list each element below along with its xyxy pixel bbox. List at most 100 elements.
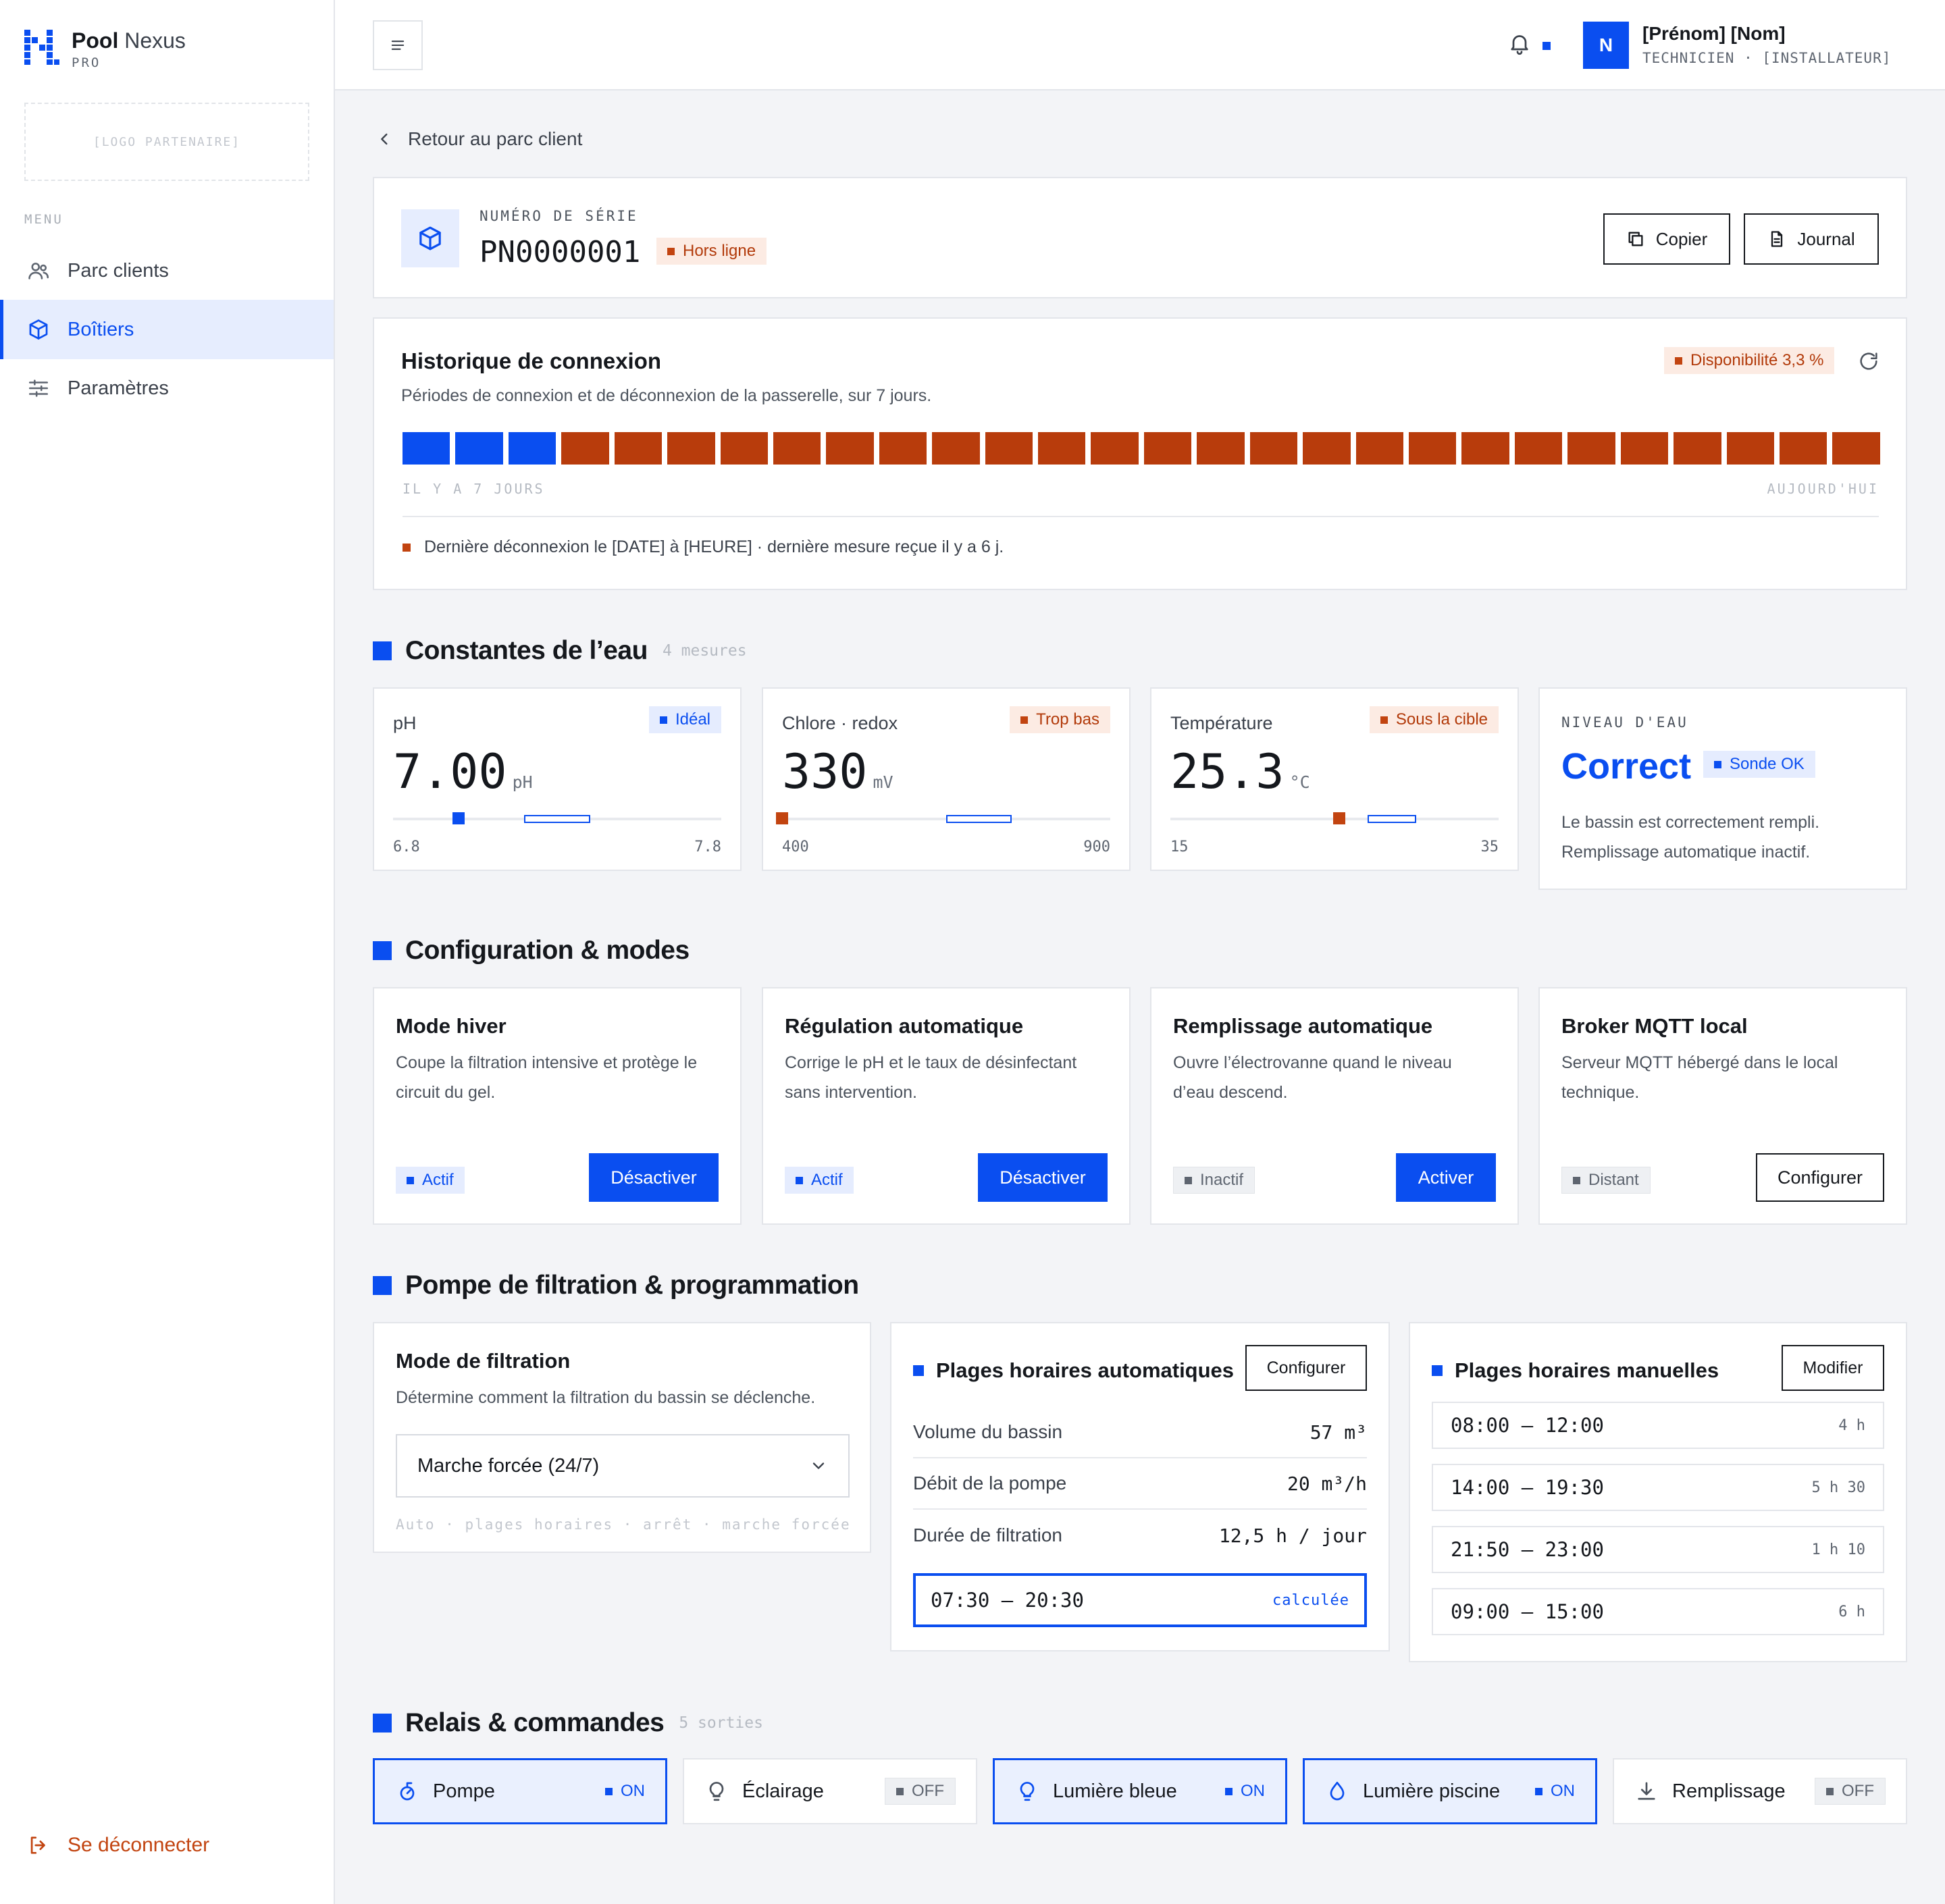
timeline-segment-on	[508, 432, 556, 465]
relay-state: OFF	[1815, 1778, 1886, 1805]
metric-unit: °C	[1289, 772, 1310, 792]
config-card-mqtt: Broker MQTT local Serveur MQTT hébergé d…	[1538, 987, 1907, 1225]
metric-label: Température	[1170, 713, 1273, 733]
hamburger-icon	[391, 41, 405, 50]
notification-dot	[1542, 42, 1551, 50]
card-marker	[1432, 1365, 1443, 1376]
partner-logo-text: [LOGO PARTENAIRE]	[93, 134, 241, 149]
pool-nexus-logo-icon	[24, 30, 59, 65]
logout-icon	[30, 1836, 45, 1854]
sidebar-item-label: Paramètres	[68, 377, 169, 399]
avatar[interactable]: N	[1583, 22, 1629, 69]
metric-value-number: 330	[782, 744, 868, 799]
relay-eclairage[interactable]: Éclairage OFF	[683, 1758, 977, 1824]
metric-value: 25.3 °C	[1170, 748, 1310, 795]
row-label: Durée de filtration	[913, 1525, 1063, 1545]
slot-duration: 5 h 30	[1811, 1479, 1865, 1496]
target-range	[524, 815, 590, 823]
metric-max: 35	[1480, 839, 1499, 855]
timeline-segment-off	[1567, 432, 1615, 465]
timeline-segment-on	[403, 432, 450, 465]
timeline-segment-off	[932, 432, 980, 465]
user-role: TECHNICIEN · [INSTALLATEUR]	[1642, 50, 1892, 66]
target-range	[946, 815, 1012, 823]
time-slot[interactable]: 14:00 – 19:30 5 h 30	[1432, 1464, 1884, 1511]
relay-state: ON	[1535, 1778, 1575, 1805]
history-title: Historique de connexion	[401, 348, 662, 373]
timeline-segment-off	[1514, 432, 1563, 465]
device-icon-tile	[401, 209, 459, 267]
computed-range: 07:30 – 20:30 calculée	[913, 1573, 1367, 1627]
refresh-icon[interactable]	[1857, 350, 1880, 373]
notifications-button[interactable]	[1507, 31, 1551, 61]
logout-button[interactable]: Se déconnecter	[27, 1834, 209, 1857]
menu-label: MENU	[24, 212, 63, 227]
time-slot[interactable]: 21:50 – 23:00 1 h 10	[1432, 1526, 1884, 1573]
relay-state-label: ON	[1241, 1782, 1265, 1800]
relay-pompe[interactable]: Pompe ON	[373, 1758, 667, 1824]
journal-button[interactable]: Journal	[1744, 213, 1879, 265]
configure-mqtt-button[interactable]: Configurer	[1756, 1153, 1884, 1202]
filtration-duration-row: Durée de filtration 12,5 h / jour	[913, 1510, 1367, 1561]
timeline-segment-off	[1249, 432, 1298, 465]
metric-unit: mV	[873, 772, 893, 792]
timeline-segment-off	[561, 432, 609, 465]
slot-duration: 4 h	[1838, 1417, 1865, 1434]
activate-button[interactable]: Activer	[1396, 1153, 1496, 1202]
timeline-segment-off	[1409, 432, 1457, 465]
pump-flow-row: Débit de la pompe 20 m³/h	[913, 1458, 1367, 1510]
configure-schedule-button[interactable]: Configurer	[1245, 1345, 1367, 1391]
config-title: Broker MQTT local	[1561, 1014, 1748, 1038]
modify-schedule-button[interactable]: Modifier	[1782, 1345, 1884, 1391]
relay-remplissage[interactable]: Remplissage OFF	[1613, 1758, 1907, 1824]
brand[interactable]: Pool Nexus PRO	[24, 28, 186, 70]
sidebar-item-boitiers[interactable]: Boîtiers	[0, 300, 334, 359]
time-slot[interactable]: 08:00 – 12:00 4 h	[1432, 1402, 1884, 1449]
metric-status-badge: Trop bas	[1010, 706, 1110, 733]
deactivate-button[interactable]: Désactiver	[589, 1153, 719, 1202]
timeline-segment-off	[614, 432, 663, 465]
timeline-segment-off	[1726, 432, 1774, 465]
sidebar-item-parametres[interactable]: Paramètres	[0, 359, 334, 417]
metric-max: 7.8	[694, 839, 721, 855]
metric-value: 330 mV	[782, 748, 893, 795]
divider	[403, 516, 1879, 517]
probe-status-badge: Sonde OK	[1703, 751, 1815, 778]
chevron-left-icon	[381, 133, 388, 145]
status-badge-label: Hors ligne	[683, 242, 756, 260]
sidebar-item-parc-clients[interactable]: Parc clients	[0, 242, 334, 300]
time-slot[interactable]: 09:00 – 15:00 6 h	[1432, 1588, 1884, 1635]
metric-unit: pH	[512, 772, 533, 792]
water-level-label: NIVEAU D'EAU	[1561, 714, 1688, 731]
slot-duration: 6 h	[1838, 1603, 1865, 1620]
menu-toggle-button[interactable]	[373, 20, 423, 70]
timeline-segment-off	[1038, 432, 1086, 465]
bulb-icon	[709, 1782, 724, 1801]
section-marker	[373, 641, 392, 660]
brand-tier: PRO	[72, 55, 101, 70]
relay-lumiere-bleue[interactable]: Lumière bleue ON	[993, 1758, 1287, 1824]
timeline-segment-off	[1461, 432, 1509, 465]
slot-range: 08:00 – 12:00	[1451, 1414, 1604, 1437]
filtration-mode-select[interactable]: Marche forcée (24/7)	[396, 1434, 850, 1498]
filtration-mode-desc: Détermine comment la filtration du bassi…	[396, 1388, 816, 1407]
metric-card-temperature: Température Sous la cible 25.3 °C 15 35	[1150, 687, 1519, 871]
relay-label: Remplissage	[1672, 1780, 1786, 1802]
logout-label: Se déconnecter	[68, 1834, 210, 1856]
metric-status-badge: Idéal	[648, 706, 721, 733]
water-level-desc: Le bassin est correctement rempli. Rempl…	[1561, 813, 1820, 862]
relay-lumiere-piscine[interactable]: Lumière piscine ON	[1303, 1758, 1597, 1824]
water-level-value: Correct	[1561, 746, 1692, 787]
config-status-label: Distant	[1588, 1171, 1639, 1189]
section-count: 5 sorties	[679, 1714, 763, 1732]
copy-button[interactable]: Copier	[1603, 213, 1730, 265]
relay-state: ON	[1225, 1778, 1265, 1805]
back-link[interactable]: Retour au parc client	[375, 128, 582, 150]
metric-min: 400	[782, 839, 809, 855]
config-desc: Corrige le pH et le taux de désinfectant…	[785, 1053, 1077, 1102]
deactivate-button[interactable]: Désactiver	[978, 1153, 1108, 1202]
section-relays: Relais & commandes 5 sorties	[373, 1708, 763, 1738]
metric-min: 6.8	[393, 839, 420, 855]
box-icon	[29, 319, 48, 340]
timeline-segment-off	[1674, 432, 1721, 465]
